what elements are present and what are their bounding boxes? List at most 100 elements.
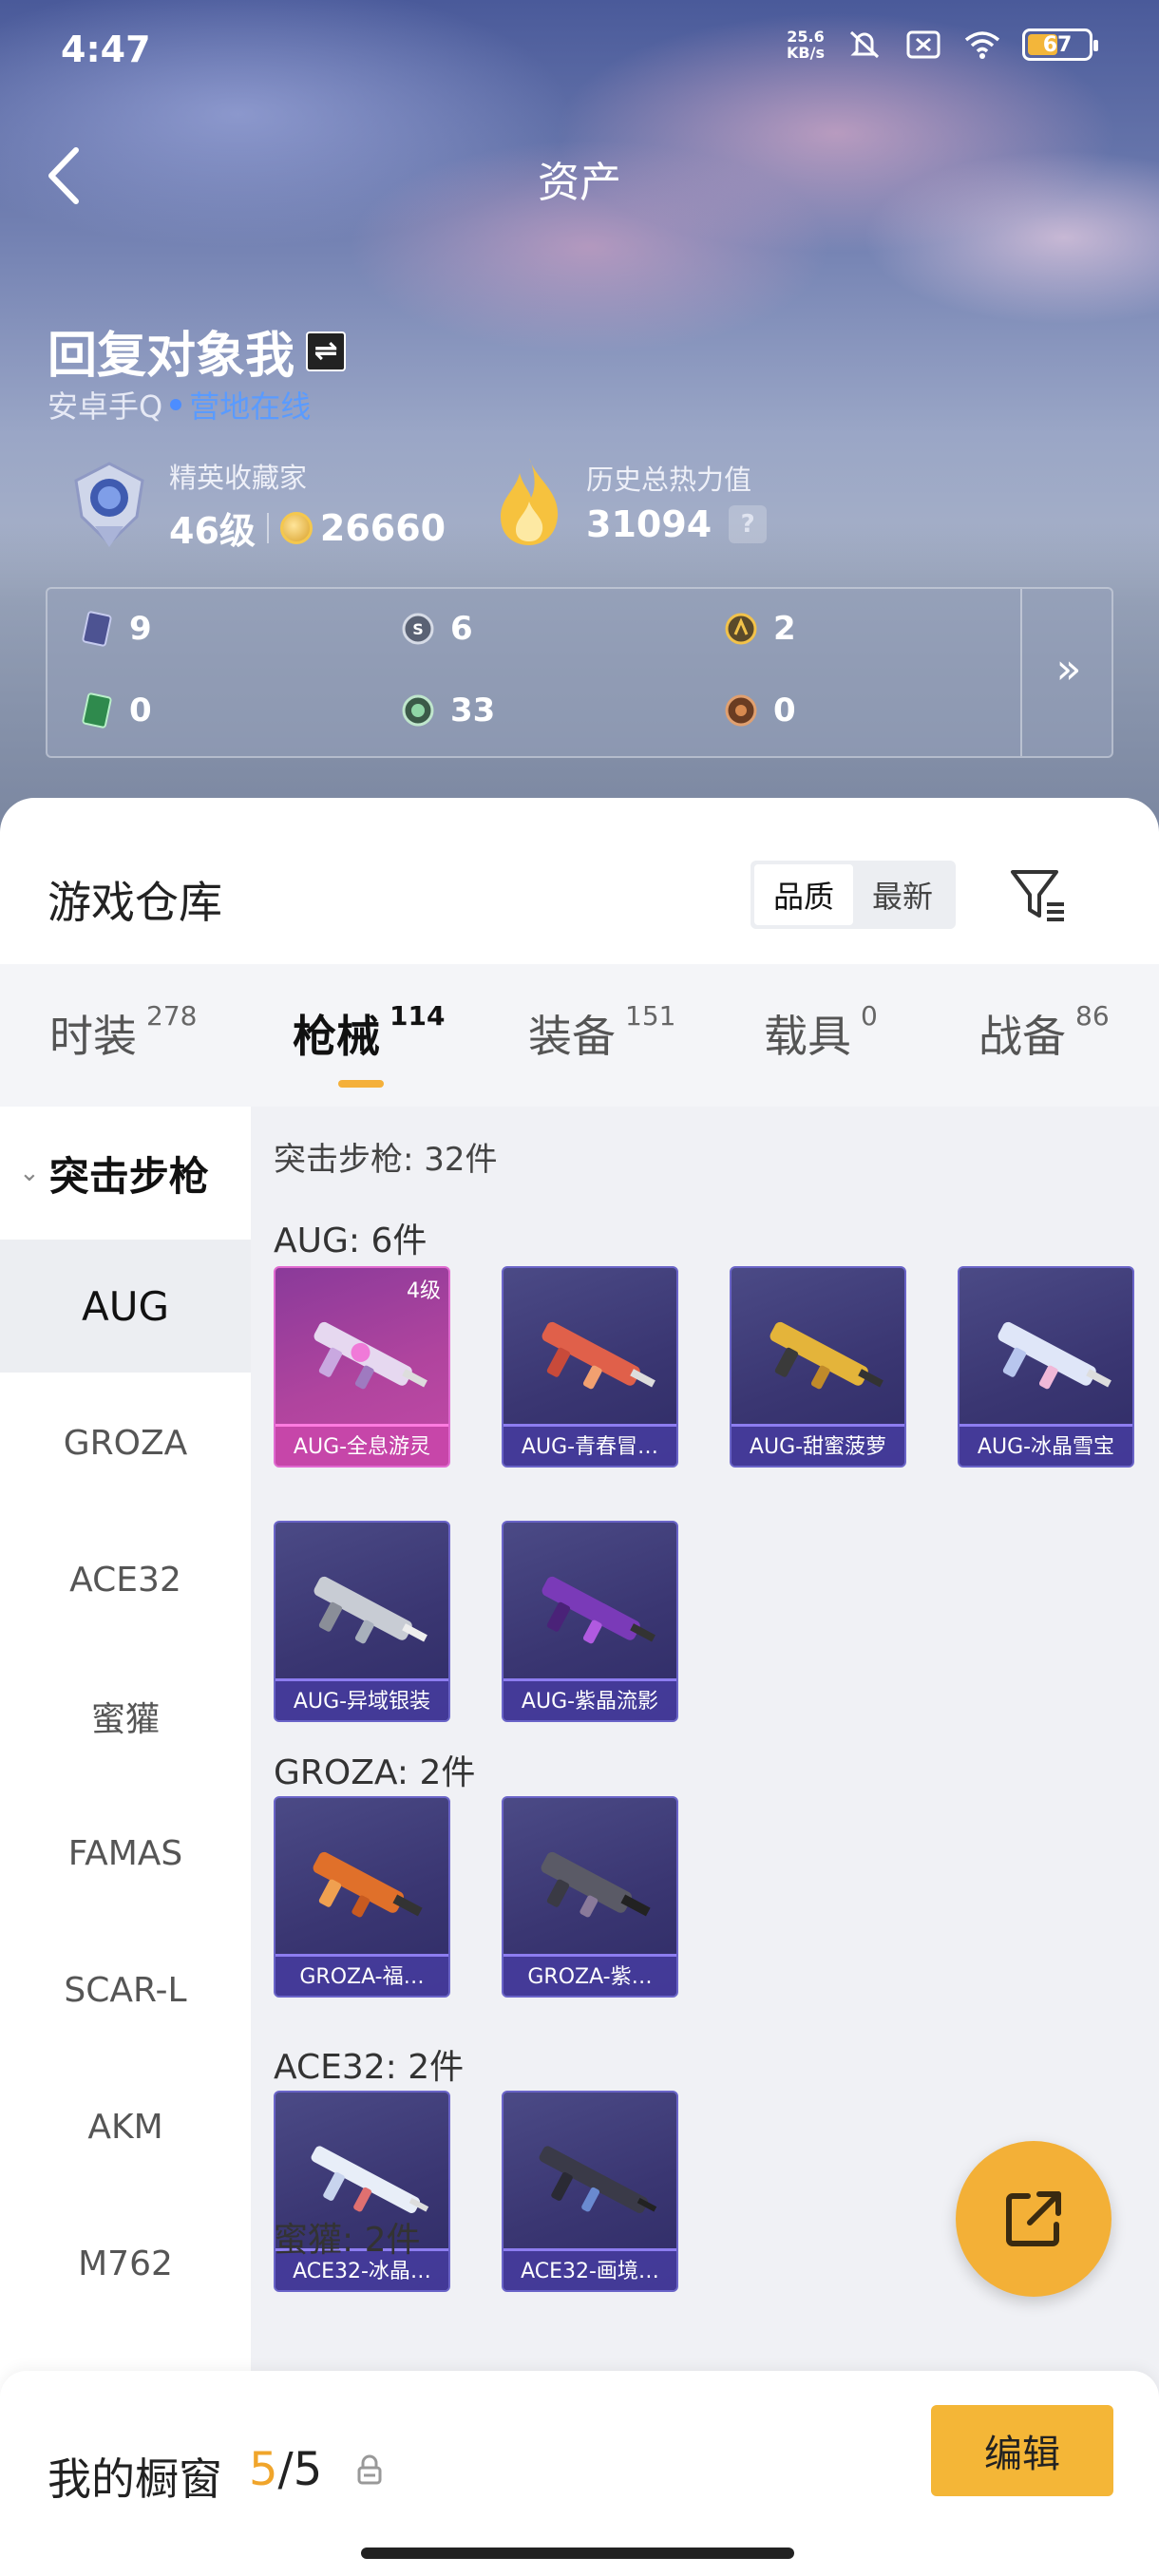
weapon-card[interactable]: AUG-甜蜜菠萝 (730, 1266, 906, 1468)
battery-level: 67 (1042, 32, 1073, 57)
weapon-name: ACE32-画境… (504, 2248, 676, 2290)
home-indicator[interactable] (361, 2548, 794, 2559)
rifle-icon (314, 1576, 428, 1644)
tab-count: 151 (625, 1000, 676, 1032)
resource-item: 0 (724, 691, 796, 729)
lock-icon (357, 2454, 382, 2485)
tab-label: 战备 (978, 1011, 1066, 1062)
tab-equipment[interactable]: 装备 151 (528, 1000, 676, 1065)
warehouse-sheet: 游戏仓库 品质 最新 时装 278 枪械 114 装备 151 载具 0 战备 86 ⌄ … (0, 798, 1159, 2576)
collector-badge-icon (74, 461, 144, 547)
tab-vehicles[interactable]: 载具 0 (764, 1000, 878, 1065)
card-icon (82, 611, 112, 647)
sidebar-item-honey-badger[interactable]: 蜜獾 (0, 1650, 251, 1783)
sidebar-item-akm[interactable]: AKM (0, 2060, 251, 2193)
sidebar-category-label: 突击步枪 (48, 1152, 209, 1200)
silver-coin-icon: S (402, 613, 434, 645)
rifle-icon (542, 1321, 656, 1390)
weapon-card[interactable]: GROZA-紫… (502, 1796, 678, 1998)
sidebar-item-famas[interactable]: FAMAS (0, 1787, 251, 1920)
sidebar-item-aug[interactable]: AUG (0, 1240, 251, 1373)
heat-stat[interactable]: 历史总热力值 31094 ? (489, 454, 768, 549)
weapon-card[interactable]: ACE32-冰晶… (274, 2091, 450, 2292)
online-status: 营地在线 (189, 388, 312, 425)
tab-count: 86 (1075, 1000, 1110, 1032)
tab-supplies[interactable]: 战备 86 (978, 1000, 1110, 1065)
resource-item: S 6 (401, 610, 473, 648)
collector-level: 46级 (169, 510, 256, 552)
battery-icon: 67 (1022, 28, 1098, 61)
weapon-name: AUG-青春冒… (504, 1424, 676, 1466)
sidebar-item-ace32[interactable]: ACE32 (0, 1513, 251, 1646)
sort-toggle: 品质 最新 (750, 861, 956, 929)
edit-button[interactable]: 编辑 (931, 2405, 1113, 2496)
wifi-icon (964, 31, 1000, 59)
chevron-down-icon: ⌄ (19, 1159, 40, 1187)
resource-value: 6 (450, 610, 473, 648)
coin-count: 26660 (319, 506, 446, 549)
gold-coin-icon (725, 613, 757, 645)
collector-stat[interactable]: 精英收藏家 46级 26660 (66, 456, 446, 554)
weapon-name: GROZA-福… (276, 1954, 448, 1996)
page-title: 资产 (538, 159, 621, 207)
group-title: 蜜獾: 2件 (274, 2221, 421, 2260)
showcase-current: 5 (249, 2443, 278, 2496)
showcase-count: 5/5 (249, 2443, 322, 2496)
hero-header: 4:47 25.6 KB/s 67 资产 回复对象我 ⇌ 安卓手Q 营地在线 精… (0, 0, 1159, 836)
chevron-double-right-icon[interactable]: » (1036, 636, 1102, 703)
tab-count: 114 (390, 1000, 446, 1032)
rifle-icon (314, 1321, 428, 1390)
resource-panel[interactable]: 9 S 6 2 0 33 0 » (46, 587, 1113, 758)
tab-count: 278 (146, 1000, 198, 1032)
rifle-icon (539, 2146, 657, 2213)
weapon-card[interactable]: AUG-紫晶流影 (502, 1521, 678, 1722)
showcase-bar: 我的橱窗 5/5 编辑 (0, 2371, 1159, 2576)
resource-value: 2 (773, 610, 796, 648)
weapon-card[interactable]: GROZA-福… (274, 1796, 450, 1998)
resource-value: 33 (450, 691, 496, 729)
resource-item: 2 (724, 610, 796, 648)
tab-fashion[interactable]: 时装 278 (49, 1000, 198, 1065)
switch-account-icon[interactable]: ⇌ (306, 331, 347, 371)
weapon-sidebar: ⌄ 突击步枪 AUG GROZA ACE32 蜜獾 FAMAS SCAR-L A… (0, 1107, 251, 2576)
share-button[interactable] (956, 2141, 1112, 2297)
weapon-card[interactable]: 4级 AUG-全息游灵 (274, 1266, 450, 1468)
weapon-card[interactable]: ACE32-画境… (502, 2091, 678, 2292)
sort-quality-button[interactable]: 品质 (754, 864, 853, 925)
filter-icon[interactable] (1007, 864, 1068, 925)
resource-value: 0 (129, 691, 152, 729)
heat-value: 31094 (586, 503, 712, 545)
sort-newest-button[interactable]: 最新 (853, 864, 952, 925)
active-tab-indicator (338, 1080, 384, 1088)
tab-label: 时装 (49, 1011, 137, 1062)
weapon-card[interactable]: AUG-冰晶雪宝 (958, 1266, 1134, 1468)
sidebar-category[interactable]: ⌄ 突击步枪 (0, 1107, 251, 1240)
weapon-card[interactable]: AUG-异域银装 (274, 1521, 450, 1722)
user-name: 回复对象我 (48, 328, 295, 385)
collector-title: 精英收藏家 (169, 462, 308, 494)
sidebar-item-m762[interactable]: M762 (0, 2197, 251, 2330)
user-name-row[interactable]: 回复对象我 ⇌ (48, 315, 347, 387)
weapon-card[interactable]: AUG-青春冒… (502, 1266, 678, 1468)
net-speed-value: 25.6 (787, 28, 825, 46)
tab-label: 装备 (528, 1011, 616, 1062)
weapon-name: AUG-异域银装 (276, 1678, 448, 1720)
weapon-name: GROZA-紫… (504, 1954, 676, 1996)
status-bar: 4:47 25.6 KB/s 67 (0, 0, 1159, 104)
sidebar-item-scar-l[interactable]: SCAR-L (0, 1923, 251, 2056)
status-icons: 25.6 KB/s 67 (787, 28, 1098, 61)
collector-values: 46级 26660 (169, 502, 446, 554)
coin-icon (279, 511, 313, 544)
tab-label: 枪械 (293, 1011, 380, 1062)
weapon-name: AUG-紫晶流影 (504, 1678, 676, 1720)
category-tabs: 时装 278 枪械 114 装备 151 载具 0 战备 86 (0, 964, 1159, 1107)
tab-guns[interactable]: 枪械 114 (293, 1000, 446, 1065)
green-orb-icon (402, 694, 434, 727)
help-icon[interactable]: ? (729, 505, 768, 543)
resource-value: 0 (773, 691, 796, 729)
resource-item: 0 (80, 691, 152, 729)
sidebar-item-groza[interactable]: GROZA (0, 1376, 251, 1509)
platform-label: 安卓手Q (48, 388, 163, 425)
showcase-label: 我的橱窗 (48, 2453, 222, 2505)
user-platform-row: 安卓手Q 营地在线 (48, 383, 311, 426)
